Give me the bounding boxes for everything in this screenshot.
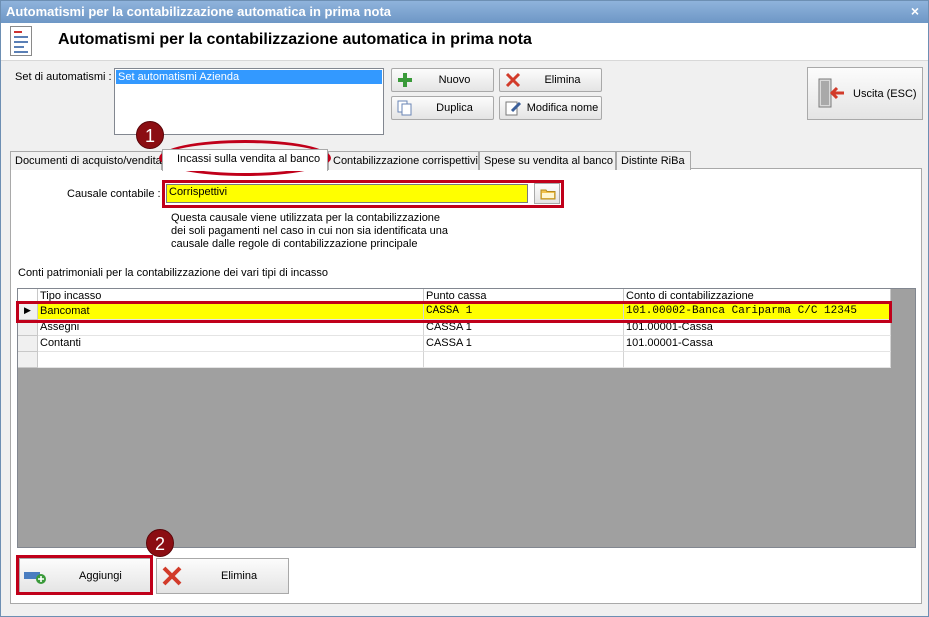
page-title: Automatismi per la contabilizzazione aut…: [58, 31, 532, 48]
edit-icon: [505, 101, 522, 116]
exit-button-label: Uscita (ESC): [853, 88, 917, 100]
duplicate-button[interactable]: Duplica: [391, 96, 494, 120]
delete-set-button-label: Elimina: [544, 74, 581, 86]
delete-row-button-label: Elimina: [221, 570, 258, 582]
tab-purchase-sale-docs[interactable]: Documenti di acquisto/vendita: [10, 151, 162, 170]
causale-label: Causale contabile :: [67, 188, 161, 200]
tab-label: Spese su vendita al banco: [484, 155, 614, 167]
tab-receipts-accounting[interactable]: Contabilizzazione corrispettivi: [328, 151, 479, 170]
row-indicator: [18, 352, 38, 368]
window-title: Automatismi per la contabilizzazione aut…: [6, 4, 392, 19]
tab-label: Incassi sulla vendita al banco: [177, 153, 321, 165]
grid-caption: Conti patrimoniali per la contabilizzazi…: [18, 267, 328, 279]
delete-set-button[interactable]: Elimina: [499, 68, 602, 92]
causale-description: Questa causale viene utilizzata per la c…: [171, 212, 471, 251]
description-line: dei soli pagamenti nel caso in cui non s…: [171, 225, 449, 237]
exit-button[interactable]: Uscita (ESC): [807, 67, 923, 120]
rename-button[interactable]: Modifica nome: [499, 96, 602, 120]
document-icon: [10, 26, 32, 56]
tab-counter-sale-expenses[interactable]: Spese su vendita al banco: [479, 151, 616, 170]
plus-icon: [398, 73, 412, 87]
tab-label: Distinte RiBa: [621, 155, 685, 167]
step-badge-1: 1: [136, 121, 164, 149]
row-indicator: [18, 336, 38, 352]
add-button-highlight: [16, 555, 153, 595]
delete-row-button[interactable]: Elimina: [156, 558, 289, 594]
cell-cash-point[interactable]: CASSA 1: [424, 336, 624, 352]
cell-payment-type[interactable]: Contanti: [38, 336, 424, 352]
new-button-label: Nuovo: [438, 74, 471, 86]
automation-set-label: Set di automatismi :: [15, 71, 112, 83]
payment-accounts-grid[interactable]: Tipo incasso Punto cassa Conto di contab…: [17, 288, 916, 548]
cell-account[interactable]: [624, 352, 891, 368]
duplicate-button-label: Duplica: [436, 102, 473, 114]
cell-cash-point[interactable]: [424, 352, 624, 368]
description-line: Questa causale viene utilizzata per la c…: [171, 212, 441, 224]
tab-counter-sale-receipts[interactable]: Incassi sulla vendita al banco: [162, 149, 328, 171]
title-bar: Automatismi per la contabilizzazione aut…: [1, 1, 928, 23]
header-band: Automatismi per la contabilizzazione aut…: [1, 23, 928, 61]
new-button[interactable]: Nuovo: [391, 68, 494, 92]
exit-door-icon: [818, 78, 844, 108]
close-icon[interactable]: ×: [908, 3, 922, 19]
delete-x-icon: [505, 72, 521, 88]
causale-highlight: [162, 180, 564, 208]
cell-account[interactable]: 101.00001-Cassa: [624, 336, 891, 352]
list-item[interactable]: Set automatismi Azienda: [116, 70, 382, 84]
copy-icon: [397, 100, 412, 116]
cell-payment-type[interactable]: [38, 352, 424, 368]
table-new-row[interactable]: [18, 352, 891, 368]
selected-row-highlight: [16, 301, 892, 323]
description-line: causale dalle regole di contabilizzazion…: [171, 238, 418, 250]
rename-button-label: Modifica nome: [526, 102, 599, 114]
tab-label: Documenti di acquisto/vendita: [15, 155, 162, 167]
tab-riba-slips[interactable]: Distinte RiBa: [616, 151, 691, 170]
delete-x-icon: [162, 566, 182, 586]
tab-label: Contabilizzazione corrispettivi: [333, 155, 478, 167]
step-badge-2: 2: [146, 529, 174, 557]
table-row[interactable]: Contanti CASSA 1 101.00001-Cassa: [18, 336, 891, 352]
main-window: Automatismi per la contabilizzazione aut…: [0, 0, 929, 617]
